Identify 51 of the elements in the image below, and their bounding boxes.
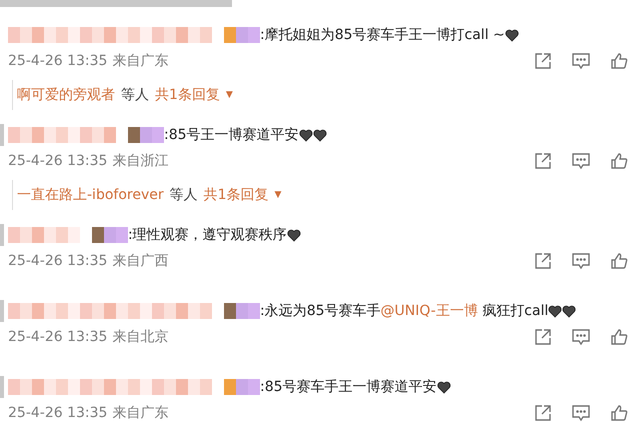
thumbs-up-icon[interactable]	[610, 404, 628, 422]
thumbs-up-icon[interactable]	[610, 52, 628, 70]
comment-text: :理性观赛，遵守观赛秩序	[128, 226, 287, 244]
share-icon[interactable]	[534, 252, 552, 270]
comment-time: 25-4-26 13:35	[8, 253, 108, 269]
comment-location: 来自广西	[112, 252, 168, 270]
comment-icon[interactable]	[571, 404, 591, 422]
share-icon[interactable]	[534, 152, 552, 170]
caret-icon[interactable]: ▼	[274, 190, 282, 200]
others-label: 等人	[170, 186, 198, 204]
comment-side-bar	[0, 300, 4, 322]
comment-icon[interactable]	[571, 328, 591, 346]
comment-icon[interactable]	[571, 52, 591, 70]
comment-location: 来自浙江	[112, 152, 168, 170]
share-icon[interactable]	[534, 404, 552, 422]
others-label: 等人	[121, 86, 149, 104]
replier-link[interactable]: 一直在路上-iboforever	[17, 186, 164, 204]
comment-icon[interactable]	[571, 152, 591, 170]
heart-icon	[298, 128, 313, 142]
comment-time: 25-4-26 13:35	[8, 329, 108, 345]
comment-time: 25-4-26 13:35	[8, 53, 108, 69]
share-icon[interactable]	[534, 328, 552, 346]
comment-icon[interactable]	[571, 252, 591, 270]
thumbs-up-icon[interactable]	[610, 252, 628, 270]
heart-icon	[312, 128, 327, 142]
thumbs-up-icon[interactable]	[610, 328, 628, 346]
share-icon[interactable]	[534, 52, 552, 70]
comment-text: :摩托姐姐为85号赛车手王一博打call ~	[260, 26, 505, 44]
reply-count-link[interactable]: 共1条回复	[204, 186, 269, 204]
comment-text: 疯狂打call	[481, 302, 548, 320]
replier-link[interactable]: 啊可爱的旁观者	[17, 86, 115, 104]
heart-icon	[436, 380, 451, 394]
comment-location: 来自广东	[112, 52, 168, 70]
heart-icon	[548, 304, 562, 318]
heart-icon	[504, 28, 519, 42]
comment-location: 来自北京	[112, 328, 168, 346]
heart-icon	[562, 304, 576, 318]
reply-count-link[interactable]: 共1条回复	[155, 86, 220, 104]
comment-time: 25-4-26 13:35	[8, 405, 108, 421]
comment-text: :85号赛车手王一博赛道平安	[260, 378, 437, 396]
caret-icon[interactable]: ▼	[226, 90, 233, 100]
comment-text: :85号王一博赛道平安	[164, 126, 299, 144]
mention-link[interactable]: @UNIQ-王一博	[380, 302, 478, 320]
comment-location: 来自广东	[112, 404, 168, 422]
comment-side-bar	[0, 376, 4, 398]
thumbs-up-icon[interactable]	[610, 152, 628, 170]
comment-side-bar	[0, 224, 4, 246]
comment-time: 25-4-26 13:35	[8, 153, 108, 169]
heart-icon	[286, 228, 301, 242]
comment-text: :永远为85号赛车手	[260, 302, 381, 320]
comment-side-bar	[0, 124, 4, 146]
